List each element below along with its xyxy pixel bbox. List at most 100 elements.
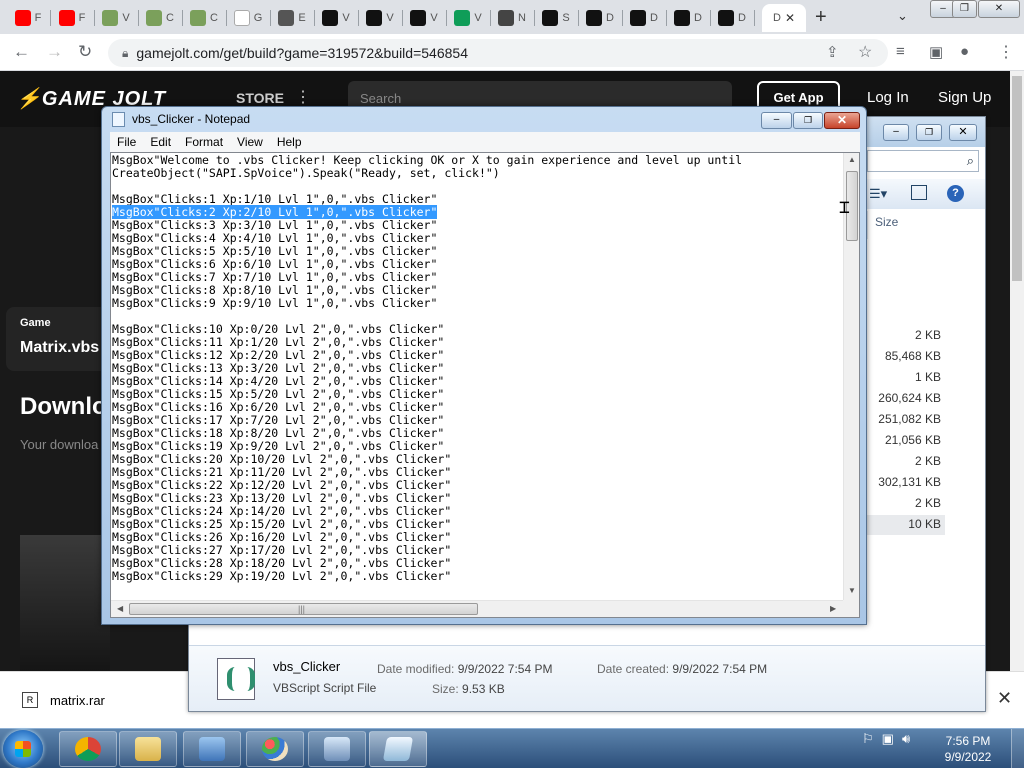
page-scrollbar[interactable] <box>1010 71 1024 671</box>
taskbar-network[interactable] <box>308 731 366 767</box>
file-size-cell: 251,082 KB <box>878 412 941 426</box>
scroll-up-icon[interactable]: ▲ <box>848 155 856 164</box>
forward-arrow-icon[interactable]: → <box>46 42 63 62</box>
help-icon[interactable]: ? <box>947 185 964 202</box>
star-icon[interactable]: ☆ <box>858 42 872 62</box>
taskbar-chrome[interactable] <box>59 731 117 767</box>
notepad-icon <box>382 737 414 761</box>
show-desktop-button[interactable] <box>1011 729 1024 768</box>
code-line[interactable]: CreateObject("SAPI.SpVoice").Speak("Read… <box>112 167 842 180</box>
tab-16[interactable]: D <box>668 4 708 32</box>
back-arrow-icon[interactable]: ← <box>13 42 30 62</box>
menu-item-file[interactable]: File <box>110 135 143 149</box>
game-screenshot <box>20 535 110 671</box>
tab-4[interactable]: C <box>140 4 180 32</box>
download-item[interactable]: R matrix.rar <box>22 692 105 708</box>
media-queue-icon[interactable]: ≡ <box>896 43 905 60</box>
tab-3[interactable]: V <box>96 4 136 32</box>
file-size-cell: 1 KB <box>914 370 941 384</box>
scroll-right-icon[interactable]: ▶ <box>830 604 836 613</box>
tab-10[interactable]: V <box>404 4 444 32</box>
preview-pane-icon[interactable] <box>911 185 927 200</box>
new-tab-button[interactable]: + <box>815 6 827 29</box>
close-window-button[interactable]: ✕ <box>978 0 1020 18</box>
tab-active[interactable]: D ✕ <box>762 4 806 32</box>
menu-item-help[interactable]: Help <box>270 135 309 149</box>
notepad-maximize-button[interactable]: ❐ <box>793 112 823 129</box>
notepad-editor[interactable]: MsgBox"Welcome to .vbs Clicker! Keep cli… <box>110 152 860 618</box>
notepad-minimize-button[interactable]: – <box>761 112 792 129</box>
share-icon[interactable]: ⇪ <box>826 43 839 61</box>
tab-15[interactable]: D <box>624 4 664 32</box>
tab-7[interactable]: E <box>272 4 312 32</box>
tab-11[interactable]: V <box>448 4 488 32</box>
lock-icon[interactable]: 🔒︎ <box>122 46 128 61</box>
menu-item-edit[interactable]: Edit <box>143 135 178 149</box>
tab-13[interactable]: S <box>536 4 576 32</box>
address-bar[interactable]: 🔒︎ gamejolt.com/get/build?game=319572&bu… <box>108 39 888 67</box>
code-line[interactable]: MsgBox"Clicks:29 Xp:19/20 Lvl 2",0,".vbs… <box>112 570 842 583</box>
login-link[interactable]: Log In <box>867 89 909 106</box>
tab-separator <box>226 10 227 26</box>
taskbar-notepad[interactable] <box>369 731 427 767</box>
tab-label: S <box>562 12 570 24</box>
code-line[interactable]: MsgBox"Clicks:9 Xp:9/10 Lvl 1",0,".vbs C… <box>112 297 842 310</box>
code-line-text: MsgBox"Clicks:29 Xp:19/20 Lvl 2",0,".vbs… <box>112 569 452 583</box>
tab-9[interactable]: V <box>360 4 400 32</box>
size-column-header[interactable]: Size <box>875 215 898 229</box>
tab-8[interactable]: V <box>316 4 356 32</box>
scroll-down-icon[interactable]: ▼ <box>848 586 856 595</box>
menu-item-format[interactable]: Format <box>178 135 230 149</box>
tab-1[interactable]: F <box>8 4 48 32</box>
bank-icon <box>498 10 515 26</box>
notepad-close-button[interactable]: ✕ <box>824 112 860 129</box>
action-center-icon[interactable]: ⚐ <box>862 731 874 747</box>
explorer-maximize-button[interactable]: ❐ <box>916 124 942 141</box>
taskbar-control-panel[interactable] <box>183 731 241 767</box>
profile-avatar-icon[interactable]: ● <box>960 43 969 60</box>
explorer-search-input[interactable]: ⌕ <box>867 150 979 172</box>
explorer-close-button[interactable]: ✕ <box>949 124 977 141</box>
notepad-horizontal-thumb[interactable]: ||| <box>129 603 478 615</box>
side-panel-icon[interactable]: ▣ <box>929 43 943 61</box>
code-line-text: MsgBox"Clicks:19 Xp:9/20 Lvl 2",0,".vbs … <box>112 439 445 453</box>
game-card[interactable]: Game Matrix.vbs <box>6 307 116 371</box>
scroll-left-icon[interactable]: ◀ <box>117 604 123 613</box>
notepad-vertical-scrollbar[interactable]: ▲ ▼ <box>843 153 859 600</box>
close-tab-icon[interactable]: ✕ <box>785 11 795 25</box>
taskbar-explorer[interactable] <box>119 731 177 767</box>
notepad-titlebar[interactable]: vbs_Clicker - Notepad – ❐ ✕ <box>102 107 866 132</box>
tab-5[interactable]: C <box>184 4 224 32</box>
search-icon[interactable]: ⌕ <box>967 153 974 169</box>
volume-icon[interactable]: 🔊︎ <box>902 731 910 747</box>
chrome-icon <box>75 737 101 761</box>
tab-12[interactable]: N <box>492 4 532 32</box>
more-menu-icon[interactable]: ⋮ <box>295 87 311 107</box>
network-status-icon[interactable]: ▣ <box>882 731 894 747</box>
tab-2[interactable]: F <box>52 4 92 32</box>
store-link[interactable]: STORE <box>236 90 284 106</box>
tab-6[interactable]: G <box>228 4 268 32</box>
kebab-menu-icon[interactable]: ⋮ <box>998 42 1014 62</box>
menu-item-view[interactable]: View <box>230 135 270 149</box>
restore-button[interactable]: ❐ <box>952 0 977 18</box>
tab-separator <box>622 10 623 26</box>
explorer-minimize-button[interactable]: – <box>883 124 909 141</box>
date-created-value: 9/9/2022 7:54 PM <box>672 662 768 676</box>
clock[interactable]: 7:56 PM 9/9/2022 <box>932 733 1004 765</box>
notepad-text[interactable]: MsgBox"Welcome to .vbs Clicker! Keep cli… <box>112 154 842 600</box>
n-icon <box>542 10 559 26</box>
chevron-down-icon[interactable]: ⌄ <box>897 8 908 24</box>
close-downloads-icon[interactable]: ✕ <box>997 688 1012 709</box>
code-line-text: MsgBox"Clicks:24 Xp:14/20 Lvl 2",0,".vbs… <box>112 504 452 518</box>
notepad-horizontal-scrollbar[interactable]: ◀ ||| ▶ <box>111 600 843 617</box>
tab-17[interactable]: D <box>712 4 752 32</box>
views-dropdown-icon[interactable]: ☰▾ <box>869 186 887 202</box>
taskbar-paint[interactable] <box>246 731 304 767</box>
start-button[interactable] <box>3 730 43 768</box>
tab-14[interactable]: D <box>580 4 620 32</box>
code-line-text: MsgBox"Clicks:26 Xp:16/20 Lvl 2",0,".vbs… <box>112 530 452 544</box>
signup-link[interactable]: Sign Up <box>938 89 991 106</box>
reload-icon[interactable]: ↻ <box>78 42 92 62</box>
page-scrollbar-thumb[interactable] <box>1012 76 1022 281</box>
